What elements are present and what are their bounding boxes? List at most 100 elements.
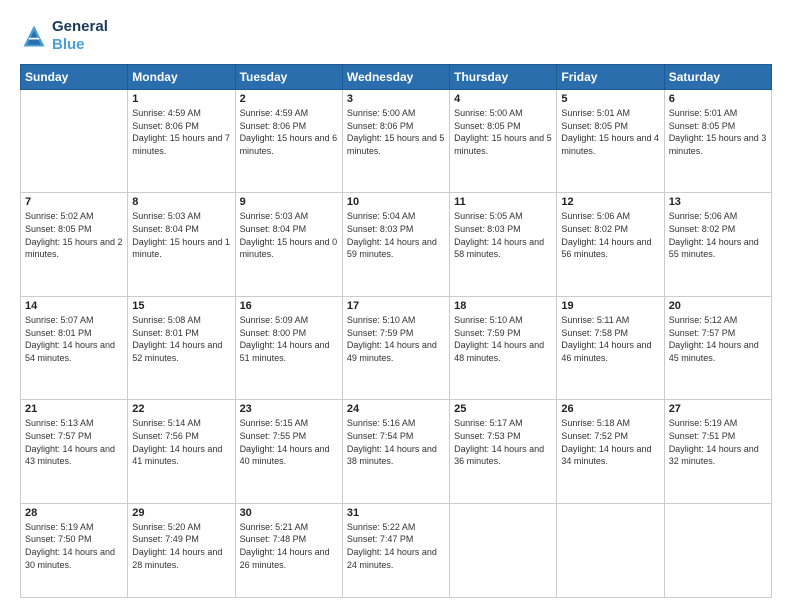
cell-info: Sunrise: 5:13 AM Sunset: 7:57 PM Dayligh… xyxy=(25,417,123,467)
calendar-header: SundayMondayTuesdayWednesdayThursdayFrid… xyxy=(21,65,772,90)
cell-info: Sunrise: 5:05 AM Sunset: 8:03 PM Dayligh… xyxy=(454,210,552,260)
day-number: 20 xyxy=(669,300,767,312)
day-number: 13 xyxy=(669,196,767,208)
day-number: 4 xyxy=(454,93,552,105)
day-number: 15 xyxy=(132,300,230,312)
cell-info: Sunrise: 5:01 AM Sunset: 8:05 PM Dayligh… xyxy=(561,107,659,157)
cell-info: Sunrise: 5:00 AM Sunset: 8:06 PM Dayligh… xyxy=(347,107,445,157)
day-number: 25 xyxy=(454,403,552,415)
day-number: 29 xyxy=(132,507,230,519)
day-number: 6 xyxy=(669,93,767,105)
cell-info: Sunrise: 5:01 AM Sunset: 8:05 PM Dayligh… xyxy=(669,107,767,157)
calendar-cell: 28Sunrise: 5:19 AM Sunset: 7:50 PM Dayli… xyxy=(21,503,128,597)
weekday-row: SundayMondayTuesdayWednesdayThursdayFrid… xyxy=(21,65,772,90)
cell-info: Sunrise: 5:19 AM Sunset: 7:51 PM Dayligh… xyxy=(669,417,767,467)
week-row: 14 Sunrise: 5:07 AM Sunset: 8:01 PM Dayli… xyxy=(21,296,772,399)
calendar-cell: 23Sunrise: 5:15 AM Sunset: 7:55 PM Dayli… xyxy=(235,400,342,503)
weekday-header: Sunday xyxy=(21,65,128,90)
day-number: 5 xyxy=(561,93,659,105)
weekday-header: Tuesday xyxy=(235,65,342,90)
cell-info: Sunrise: 5:09 AM Sunset: 8:00 PM Dayligh… xyxy=(240,314,338,364)
page: General Blue SundayMondayTuesdayWednesda… xyxy=(0,0,792,612)
day-number: 10 xyxy=(347,196,445,208)
calendar-cell xyxy=(21,90,128,193)
calendar-cell: 27 Sunrise: 5:19 AM Sunset: 7:51 PM Dayli… xyxy=(664,400,771,503)
calendar-cell: 15 Sunrise: 5:08 AM Sunset: 8:01 PM Dayli… xyxy=(128,296,235,399)
calendar-cell: 26Sunrise: 5:18 AM Sunset: 7:52 PM Dayli… xyxy=(557,400,664,503)
calendar-cell: 4 Sunrise: 5:00 AM Sunset: 8:05 PM Daylig… xyxy=(450,90,557,193)
calendar-cell: 9 Sunrise: 5:03 AM Sunset: 8:04 PM Daylig… xyxy=(235,193,342,296)
cell-info: Sunrise: 5:08 AM Sunset: 8:01 PM Dayligh… xyxy=(132,314,230,364)
day-number: 28 xyxy=(25,507,123,519)
cell-info: Sunrise: 4:59 AM Sunset: 8:06 PM Dayligh… xyxy=(132,107,230,157)
calendar-cell: 19 Sunrise: 5:11 AM Sunset: 7:58 PM Dayli… xyxy=(557,296,664,399)
calendar-cell: 24 Sunrise: 5:16 AM Sunset: 7:54 PM Dayli… xyxy=(342,400,449,503)
calendar-cell xyxy=(664,503,771,597)
logo: General Blue xyxy=(20,18,108,54)
week-row: 7 Sunrise: 5:02 AM Sunset: 8:05 PM Daylig… xyxy=(21,193,772,296)
day-number: 24 xyxy=(347,403,445,415)
cell-info: Sunrise: 5:16 AM Sunset: 7:54 PM Dayligh… xyxy=(347,417,445,467)
cell-info: Sunrise: 5:10 AM Sunset: 7:59 PM Dayligh… xyxy=(347,314,445,364)
calendar: SundayMondayTuesdayWednesdayThursdayFrid… xyxy=(20,64,772,598)
cell-info: Sunrise: 5:21 AM Sunset: 7:48 PM Dayligh… xyxy=(240,521,338,571)
calendar-cell: 8 Sunrise: 5:03 AM Sunset: 8:04 PM Daylig… xyxy=(128,193,235,296)
week-row: 1 Sunrise: 4:59 AM Sunset: 8:06 PM Daylig… xyxy=(21,90,772,193)
calendar-cell: 7 Sunrise: 5:02 AM Sunset: 8:05 PM Daylig… xyxy=(21,193,128,296)
calendar-cell: 22Sunrise: 5:14 AM Sunset: 7:56 PM Dayli… xyxy=(128,400,235,503)
cell-info: Sunrise: 5:00 AM Sunset: 8:05 PM Dayligh… xyxy=(454,107,552,157)
cell-info: Sunrise: 5:03 AM Sunset: 8:04 PM Dayligh… xyxy=(240,210,338,260)
cell-info: Sunrise: 5:06 AM Sunset: 8:02 PM Dayligh… xyxy=(669,210,767,260)
day-number: 17 xyxy=(347,300,445,312)
day-number: 11 xyxy=(454,196,552,208)
calendar-cell: 3 Sunrise: 5:00 AM Sunset: 8:06 PM Daylig… xyxy=(342,90,449,193)
cell-info: Sunrise: 5:11 AM Sunset: 7:58 PM Dayligh… xyxy=(561,314,659,364)
calendar-cell: 2 Sunrise: 4:59 AM Sunset: 8:06 PM Daylig… xyxy=(235,90,342,193)
day-number: 14 xyxy=(25,300,123,312)
calendar-cell: 13 Sunrise: 5:06 AM Sunset: 8:02 PM Dayli… xyxy=(664,193,771,296)
weekday-header: Monday xyxy=(128,65,235,90)
calendar-cell: 30 Sunrise: 5:21 AM Sunset: 7:48 PM Dayli… xyxy=(235,503,342,597)
cell-info: Sunrise: 5:20 AM Sunset: 7:49 PM Dayligh… xyxy=(132,521,230,571)
day-number: 22 xyxy=(132,403,230,415)
calendar-cell: 6 Sunrise: 5:01 AM Sunset: 8:05 PM Daylig… xyxy=(664,90,771,193)
weekday-header: Thursday xyxy=(450,65,557,90)
calendar-cell: 10 Sunrise: 5:04 AM Sunset: 8:03 PM Dayli… xyxy=(342,193,449,296)
day-number: 12 xyxy=(561,196,659,208)
calendar-cell: 12 Sunrise: 5:06 AM Sunset: 8:02 PM Dayli… xyxy=(557,193,664,296)
day-number: 8 xyxy=(132,196,230,208)
day-number: 1 xyxy=(132,93,230,105)
calendar-cell: 5 Sunrise: 5:01 AM Sunset: 8:05 PM Daylig… xyxy=(557,90,664,193)
day-number: 19 xyxy=(561,300,659,312)
logo-icon xyxy=(20,22,48,50)
day-number: 23 xyxy=(240,403,338,415)
cell-info: Sunrise: 4:59 AM Sunset: 8:06 PM Dayligh… xyxy=(240,107,338,157)
cell-info: Sunrise: 5:04 AM Sunset: 8:03 PM Dayligh… xyxy=(347,210,445,260)
cell-info: Sunrise: 5:06 AM Sunset: 8:02 PM Dayligh… xyxy=(561,210,659,260)
calendar-cell: 31Sunrise: 5:22 AM Sunset: 7:47 PM Dayli… xyxy=(342,503,449,597)
calendar-cell: 14 Sunrise: 5:07 AM Sunset: 8:01 PM Dayli… xyxy=(21,296,128,399)
calendar-cell: 11 Sunrise: 5:05 AM Sunset: 8:03 PM Dayli… xyxy=(450,193,557,296)
calendar-cell: 17 Sunrise: 5:10 AM Sunset: 7:59 PM Dayli… xyxy=(342,296,449,399)
day-number: 27 xyxy=(669,403,767,415)
cell-info: Sunrise: 5:07 AM Sunset: 8:01 PM Dayligh… xyxy=(25,314,123,364)
calendar-cell: 21Sunrise: 5:13 AM Sunset: 7:57 PM Dayli… xyxy=(21,400,128,503)
logo-line2: Blue xyxy=(52,36,85,53)
logo-text: General Blue xyxy=(52,18,108,54)
weekday-header: Saturday xyxy=(664,65,771,90)
cell-info: Sunrise: 5:02 AM Sunset: 8:05 PM Dayligh… xyxy=(25,210,123,260)
calendar-cell: 18Sunrise: 5:10 AM Sunset: 7:59 PM Dayli… xyxy=(450,296,557,399)
day-number: 3 xyxy=(347,93,445,105)
cell-info: Sunrise: 5:10 AM Sunset: 7:59 PM Dayligh… xyxy=(454,314,552,364)
cell-info: Sunrise: 5:03 AM Sunset: 8:04 PM Dayligh… xyxy=(132,210,230,260)
weekday-header: Friday xyxy=(557,65,664,90)
calendar-cell: 29 Sunrise: 5:20 AM Sunset: 7:49 PM Dayli… xyxy=(128,503,235,597)
day-number: 2 xyxy=(240,93,338,105)
day-number: 9 xyxy=(240,196,338,208)
day-number: 7 xyxy=(25,196,123,208)
day-number: 16 xyxy=(240,300,338,312)
week-row: 28Sunrise: 5:19 AM Sunset: 7:50 PM Dayli… xyxy=(21,503,772,597)
day-number: 30 xyxy=(240,507,338,519)
cell-info: Sunrise: 5:18 AM Sunset: 7:52 PM Dayligh… xyxy=(561,417,659,467)
week-row: 21Sunrise: 5:13 AM Sunset: 7:57 PM Dayli… xyxy=(21,400,772,503)
